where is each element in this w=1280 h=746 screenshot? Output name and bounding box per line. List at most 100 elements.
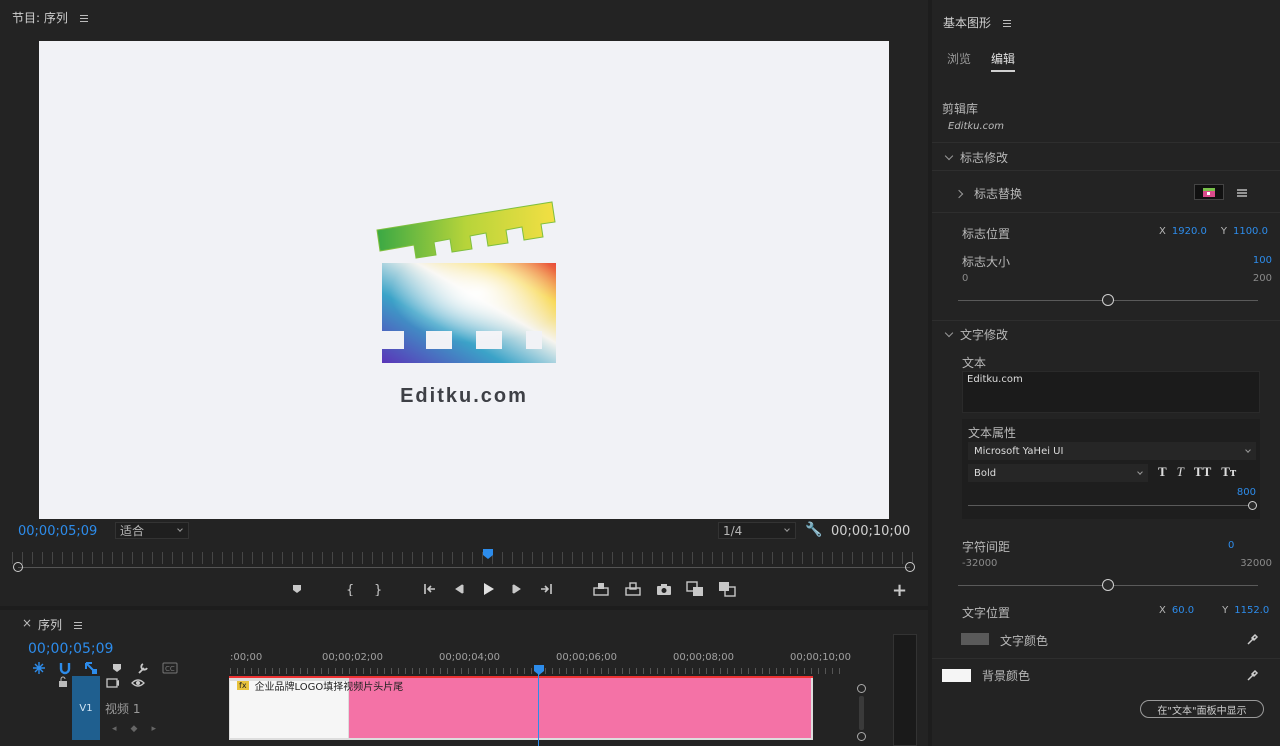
- tracking-slider-knob[interactable]: [1102, 579, 1114, 591]
- eyedropper-icon[interactable]: [1246, 632, 1260, 649]
- tab-browse[interactable]: 浏览: [947, 50, 971, 67]
- show-in-text-panel-button[interactable]: 在"文本"面板中显示: [1140, 700, 1264, 718]
- section-text-label: 文字修改: [960, 328, 1009, 342]
- add-button-icon[interactable]: +: [892, 580, 907, 601]
- panel-menu-icon[interactable]: [73, 622, 82, 629]
- insert-icon[interactable]: [686, 581, 704, 597]
- text-position-values: X 60.0 Y 1152.0: [1159, 605, 1269, 616]
- magnet-snap-icon[interactable]: [58, 661, 72, 675]
- resolution-select[interactable]: 1/4: [718, 522, 796, 539]
- clip-label: 企业品牌LOGO填择视频片头片尾: [254, 682, 404, 693]
- program-panel-title[interactable]: 节目: 序列: [12, 11, 68, 25]
- section-logo-label: 标志修改: [960, 151, 1009, 165]
- font-size-value[interactable]: 800: [1237, 487, 1256, 498]
- timeline-vscroll[interactable]: [856, 684, 868, 741]
- logo-replace-row[interactable]: 标志替换: [954, 185, 1022, 202]
- tab-edit[interactable]: 编辑: [991, 50, 1016, 72]
- font-style-select[interactable]: Bold: [968, 464, 1148, 482]
- font-size-slider-knob[interactable]: [1248, 501, 1257, 510]
- add-marker-icon[interactable]: [290, 582, 304, 596]
- logo-size-min: 0: [962, 273, 969, 284]
- program-panel-header[interactable]: 节目: 序列: [12, 9, 88, 26]
- mark-out-icon[interactable]: }: [370, 582, 384, 596]
- eyedropper-icon[interactable]: [1246, 668, 1260, 685]
- text-input[interactable]: Editku.com: [962, 371, 1260, 413]
- section-logo-header[interactable]: 标志修改: [944, 149, 1009, 166]
- overwrite-icon[interactable]: [718, 581, 736, 597]
- go-to-out-icon[interactable]: [538, 582, 554, 596]
- text-pos-y[interactable]: 1152.0: [1234, 605, 1269, 616]
- text-position-label: 文字位置: [962, 606, 1011, 620]
- library-item[interactable]: Editku.com: [948, 121, 1004, 132]
- font-size-slider-track[interactable]: [968, 505, 1250, 506]
- clip-header: fx 企业品牌LOGO填择视频片头片尾: [237, 678, 403, 693]
- linked-selection-icon[interactable]: [84, 661, 98, 675]
- in-point-handle[interactable]: [13, 562, 23, 572]
- program-current-timecode[interactable]: 00;00;05;09: [18, 524, 97, 539]
- logo-size-value[interactable]: 100: [1253, 255, 1272, 266]
- out-point-handle[interactable]: [905, 562, 915, 572]
- playhead-icon[interactable]: [482, 548, 494, 560]
- eye-icon[interactable]: [131, 677, 145, 692]
- faux-bold-button[interactable]: T: [1158, 464, 1167, 480]
- track-output-icon[interactable]: [106, 677, 120, 692]
- bg-color-swatch[interactable]: [942, 669, 971, 682]
- mark-in-icon[interactable]: {: [342, 582, 356, 596]
- keyframe-nav[interactable]: ◂◆▸: [112, 724, 170, 734]
- sequence-tab[interactable]: 序列: [38, 616, 82, 633]
- extract-icon[interactable]: [624, 582, 642, 596]
- layers-menu-icon[interactable]: [1236, 187, 1248, 201]
- small-caps-button[interactable]: Tт: [1221, 464, 1236, 480]
- logo-pos-y[interactable]: 1100.0: [1233, 226, 1268, 237]
- step-forward-icon[interactable]: [510, 582, 524, 596]
- chevron-down-icon: [944, 151, 954, 160]
- logo-size-slider-knob[interactable]: [1102, 294, 1114, 306]
- svg-text:}: }: [374, 583, 382, 596]
- x-label: X: [1159, 226, 1166, 237]
- timeline-timecode[interactable]: 00;00;05;09: [28, 641, 113, 657]
- zoom-select[interactable]: 适合: [115, 522, 189, 539]
- panel-menu-icon[interactable]: [1002, 20, 1011, 27]
- clip[interactable]: fx 企业品牌LOGO填择视频片头片尾: [229, 676, 813, 740]
- text-color-label: 文字颜色: [1000, 634, 1049, 648]
- nest-icon[interactable]: [32, 661, 46, 675]
- close-icon[interactable]: ×: [22, 616, 32, 630]
- step-back-icon[interactable]: [452, 582, 466, 596]
- play-icon[interactable]: [480, 581, 496, 597]
- add-marker-icon[interactable]: [110, 661, 124, 675]
- x-label: X: [1159, 605, 1166, 616]
- section-text-header[interactable]: 文字修改: [944, 326, 1009, 343]
- camera-icon[interactable]: [656, 582, 672, 596]
- lock-icon[interactable]: [58, 676, 68, 691]
- playhead-icon[interactable]: [533, 664, 545, 676]
- track-badge-v1[interactable]: V1: [72, 676, 100, 740]
- zoom-value: 适合: [120, 524, 145, 538]
- ruler-label: 00;00;08;00: [673, 652, 735, 663]
- text-color-swatch[interactable]: [961, 633, 989, 645]
- clapperboard-logo: [376, 201, 556, 363]
- logo-pos-x[interactable]: 1920.0: [1172, 226, 1207, 237]
- svg-text:CC: CC: [165, 665, 175, 673]
- chevron-down-icon: [784, 526, 790, 532]
- faux-italic-button[interactable]: T: [1177, 464, 1184, 480]
- scrub-track[interactable]: [18, 567, 910, 568]
- ruler-label: 00;00;10;00: [790, 652, 852, 663]
- go-to-in-icon[interactable]: [422, 582, 438, 596]
- video-frame[interactable]: Editku.com: [39, 41, 889, 519]
- wrench-icon[interactable]: 🔧: [805, 522, 822, 538]
- logo-position-label: 标志位置: [962, 227, 1011, 241]
- all-caps-button[interactable]: TT: [1194, 464, 1211, 480]
- logo-size-label: 标志大小: [962, 255, 1011, 269]
- logo-thumbnail[interactable]: [1194, 184, 1224, 200]
- scrub-ruler[interactable]: [12, 552, 914, 564]
- chevron-down-icon: [1245, 446, 1251, 453]
- captions-icon[interactable]: CC: [162, 662, 178, 674]
- tracking-value[interactable]: 0: [1228, 540, 1234, 551]
- bg-color-label: 背景颜色: [982, 669, 1031, 683]
- font-family-select[interactable]: Microsoft YaHei UI: [968, 442, 1256, 460]
- wrench-icon[interactable]: [136, 661, 150, 675]
- text-pos-x[interactable]: 60.0: [1172, 605, 1194, 616]
- panel-menu-icon[interactable]: [79, 15, 88, 22]
- egp-header[interactable]: 基本图形: [943, 14, 1011, 31]
- lift-icon[interactable]: [592, 582, 610, 596]
